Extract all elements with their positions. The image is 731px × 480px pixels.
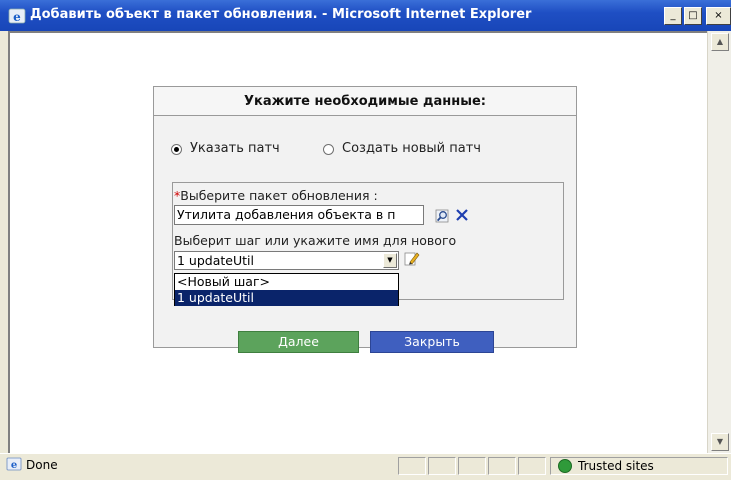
step-select[interactable]: 1 updateUtil ▼ <box>174 251 399 270</box>
zone-text: Trusted sites <box>578 459 654 473</box>
window-title: Добавить объект в пакет обновления. - Mi… <box>30 7 532 22</box>
package-field[interactable]: Утилита добавления объекта в п <box>174 205 424 225</box>
page-icon: e <box>6 457 22 471</box>
magnifier-icon[interactable] <box>435 208 451 224</box>
next-button[interactable]: Далее <box>238 331 359 353</box>
radio-specify-patch-label: Указать патч <box>190 141 280 156</box>
status-panel <box>428 457 456 475</box>
scroll-down-icon[interactable]: ▼ <box>711 433 729 451</box>
status-panel <box>458 457 486 475</box>
add-object-dialog: Укажите необходимые данные: Указать патч… <box>153 86 577 353</box>
title-bar: e Добавить объект в пакет обновления. - … <box>0 0 731 31</box>
step-option-updateutil[interactable]: 1 updateUtil <box>175 290 398 306</box>
close-glyph: × <box>714 10 723 21</box>
package-label-text: Выберите пакет обновления : <box>180 188 378 203</box>
page-content: Укажите необходимые данные: Указать патч… <box>8 31 707 453</box>
minimize-button[interactable]: _ <box>664 7 682 25</box>
status-panel <box>398 457 426 475</box>
radio-specify-patch[interactable] <box>171 144 182 155</box>
dialog-title: Укажите необходимые данные: <box>243 94 486 109</box>
scroll-up-icon[interactable]: ▲ <box>711 33 729 51</box>
trusted-sites-icon <box>558 459 572 473</box>
internet-explorer-icon: e <box>8 8 26 24</box>
maximize-glyph: □ <box>688 10 698 21</box>
step-select-value: 1 updateUtil <box>177 253 254 268</box>
package-label: *Выберите пакет обновления : <box>174 188 378 203</box>
close-button[interactable]: Закрыть <box>370 331 494 353</box>
step-label: Выберит шаг или укажите имя для нового <box>174 233 457 248</box>
svg-text:e: e <box>11 460 17 471</box>
status-text: Done <box>26 458 58 472</box>
minimize-glyph: _ <box>670 10 676 21</box>
maximize-button[interactable]: □ <box>684 7 702 25</box>
close-window-button[interactable]: × <box>706 7 731 25</box>
vertical-scrollbar[interactable]: ▲ ▼ <box>707 31 731 453</box>
browser-window: e Добавить объект в пакет обновления. - … <box>0 0 731 480</box>
step-option-new[interactable]: <Новый шаг> <box>175 274 398 290</box>
radio-create-patch-label: Создать новый патч <box>342 141 481 156</box>
svg-text:e: e <box>13 10 21 24</box>
status-panel <box>518 457 546 475</box>
radio-create-patch[interactable] <box>323 144 334 155</box>
dialog-header: Укажите необходимые данные: <box>154 87 576 116</box>
status-panel <box>488 457 516 475</box>
pencil-icon[interactable] <box>404 250 420 266</box>
step-dropdown-list: <Новый шаг> 1 updateUtil <box>174 273 399 306</box>
red-x-icon[interactable] <box>454 207 470 223</box>
chevron-down-icon[interactable]: ▼ <box>383 253 397 268</box>
